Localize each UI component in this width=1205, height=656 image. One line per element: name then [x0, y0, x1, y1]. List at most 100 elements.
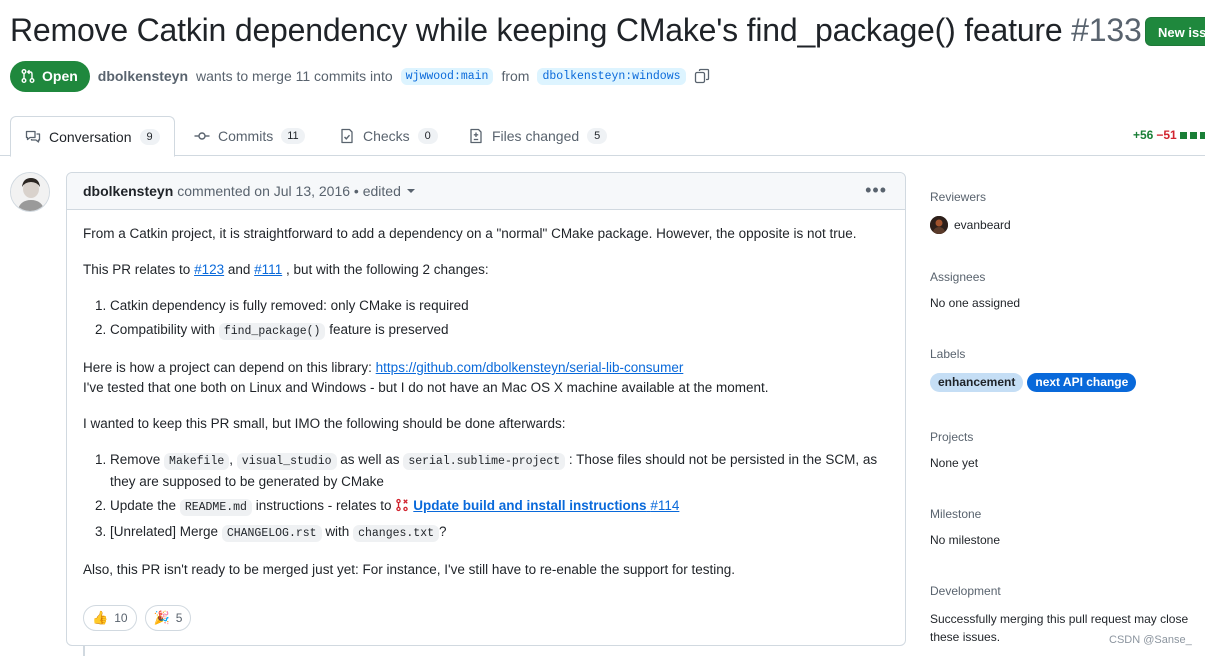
watermark: CSDN @Sanse_	[1109, 634, 1192, 646]
list-item: Remove Makefile, visual_studio as well a…	[110, 450, 889, 492]
chevron-down-icon[interactable]	[406, 189, 415, 193]
reviewer-avatar	[930, 216, 948, 234]
pr-title-text: Remove Catkin dependency while keeping C…	[10, 12, 1063, 48]
diffstat-block	[1189, 131, 1197, 139]
changes-list: Catkin dependency is fully removed: only…	[83, 296, 889, 342]
sidebar-assignees: Assignees No one assigned	[930, 270, 1205, 310]
comment-header: dbolkensteyn commented on Jul 13, 2016 •…	[67, 173, 905, 210]
tab-files-changed-label: Files changed	[492, 128, 580, 144]
comment-paragraph: From a Catkin project, it is straightfor…	[83, 226, 857, 241]
state-label: Open	[42, 68, 78, 84]
text: with	[325, 524, 350, 539]
diffstat-additions: +56	[1133, 128, 1154, 142]
consumer-repo-link[interactable]: https://github.com/dbolkensteyn/serial-l…	[376, 360, 684, 375]
text: ?	[439, 524, 447, 539]
assignees-heading[interactable]: Assignees	[930, 270, 1205, 284]
text: and	[227, 262, 251, 277]
pr-meta: Open dbolkensteyn wants to merge 11 comm…	[10, 60, 710, 92]
issue-link-111[interactable]: #111	[254, 262, 282, 277]
sidebar-labels: Labels enhancement next API change	[930, 347, 1205, 392]
new-issue-button[interactable]: New issu	[1145, 17, 1205, 46]
pr-tabs: Conversation 9 Commits 11 Checks 0 Files…	[0, 116, 1205, 157]
commit-icon	[194, 132, 210, 140]
copy-icon[interactable]	[694, 68, 710, 84]
author-avatar-image	[11, 173, 49, 211]
projects-value: None yet	[930, 456, 979, 470]
text: Update the	[110, 498, 177, 513]
hooray-icon: 🎉	[153, 610, 170, 625]
comment-paragraph: This PR relates to #123 and #111 , but w…	[83, 260, 889, 280]
diffstat[interactable]: +56 −51	[1133, 128, 1205, 142]
tab-conversation-label: Conversation	[49, 128, 132, 145]
kebab-menu-icon[interactable]: •••	[865, 181, 887, 199]
projects-heading[interactable]: Projects	[930, 430, 1205, 444]
sidebar-projects: Projects None yet	[930, 430, 1205, 470]
reviewers-heading[interactable]: Reviewers	[930, 190, 1205, 204]
pr-author-link[interactable]: dbolkensteyn	[98, 68, 188, 84]
pr-description-comment: dbolkensteyn commented on Jul 13, 2016 •…	[66, 172, 906, 646]
inline-code: find_package()	[218, 323, 326, 340]
reaction-thumbs-up[interactable]: 👍 10	[83, 605, 137, 631]
git-pull-request-icon	[21, 69, 35, 83]
inline-code: README.md	[179, 499, 252, 516]
merge-action-text: wants to merge 11 commits into	[196, 68, 393, 84]
milestone-heading[interactable]: Milestone	[930, 507, 1205, 521]
text: This PR relates to	[83, 262, 191, 277]
tab-checks-count: 0	[417, 128, 438, 144]
inline-code: visual_studio	[236, 453, 337, 470]
diffstat-block	[1199, 131, 1205, 139]
inline-code: CHANGELOG.rst	[221, 525, 322, 542]
base-branch[interactable]: wjwwood:main	[400, 67, 494, 85]
tab-conversation[interactable]: Conversation 9	[10, 116, 175, 157]
reaction-count: 10	[114, 611, 128, 625]
comment-discussion-icon	[25, 130, 41, 143]
reaction-hooray[interactable]: 🎉 5	[144, 605, 192, 631]
issue-ref-number: #114	[650, 498, 680, 513]
list-item: Compatibility with find_package() featur…	[110, 320, 889, 342]
thumbs-up-icon: 👍	[92, 610, 109, 625]
comment-author[interactable]: dbolkensteyn	[83, 183, 173, 199]
issue-ref-114[interactable]: Update build and install instructions #1…	[395, 498, 679, 513]
reactions: 👍 10 🎉 5	[83, 605, 192, 631]
state-badge: Open	[10, 60, 90, 92]
inline-code: serial.sublime-project	[403, 453, 566, 470]
reviewer-item[interactable]: evanbeard	[930, 216, 1205, 234]
pr-number: #133	[1071, 12, 1142, 48]
from-text: from	[501, 68, 530, 84]
label-enhancement[interactable]: enhancement	[930, 373, 1024, 392]
tab-checks-label: Checks	[363, 128, 410, 144]
label-next-api-change[interactable]: next API change	[1027, 373, 1137, 392]
text: Compatibility with	[110, 322, 216, 337]
diffstat-deletions: −51	[1156, 128, 1177, 142]
text: as well as	[340, 452, 400, 467]
text: I've tested that one both on Linux and W…	[83, 380, 769, 395]
reaction-count: 5	[175, 611, 183, 625]
pr-title: Remove Catkin dependency while keeping C…	[10, 12, 1142, 49]
issue-link-123[interactable]: #123	[194, 262, 224, 277]
checklist-icon	[341, 128, 353, 144]
text: Here is how a project can depend on this…	[83, 360, 372, 375]
tab-commits-label: Commits	[218, 128, 274, 144]
sidebar-milestone: Milestone No milestone	[930, 507, 1205, 547]
tab-commits[interactable]: Commits 11	[194, 116, 305, 156]
comment-paragraph: Also, this PR isn't ready to be merged j…	[83, 562, 735, 577]
head-branch[interactable]: dbolkensteyn:windows	[537, 67, 686, 85]
closed-pr-icon	[396, 498, 409, 512]
list-item: Update the README.md instructions - rela…	[110, 496, 889, 518]
sidebar-reviewers: Reviewers evanbeard	[930, 190, 1205, 234]
author-avatar[interactable]	[10, 172, 50, 212]
tab-commits-count: 11	[281, 128, 305, 144]
reviewer-name: evanbeard	[954, 218, 1011, 232]
text: feature is preserved	[329, 322, 449, 337]
labels-heading[interactable]: Labels	[930, 347, 1205, 361]
issue-ref-title: Update build and install instructions	[413, 498, 647, 513]
list-item: Catkin dependency is fully removed: only…	[110, 296, 889, 316]
list-item: [Unrelated] Merge CHANGELOG.rst with cha…	[110, 522, 889, 544]
tab-files-changed[interactable]: Files changed 5	[468, 116, 608, 156]
development-heading[interactable]: Development	[930, 584, 1205, 598]
text: ,	[229, 452, 234, 467]
tab-checks[interactable]: Checks 0	[339, 116, 438, 156]
tab-files-changed-count: 5	[587, 128, 608, 144]
comment-meta[interactable]: commented on Jul 13, 2016 • edited	[177, 183, 401, 199]
inline-code: changes.txt	[353, 525, 440, 542]
